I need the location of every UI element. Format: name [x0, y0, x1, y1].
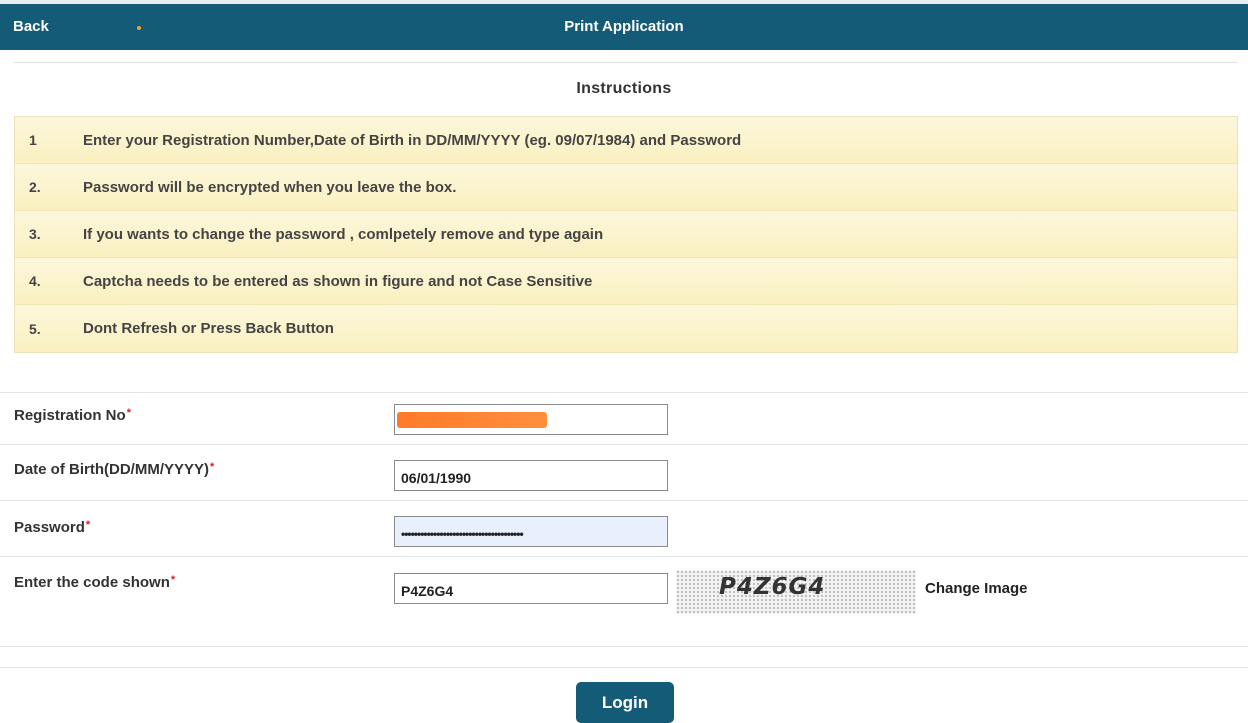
- required-mark: *: [210, 461, 215, 473]
- registration-label: Registration No*: [14, 407, 131, 424]
- password-label: Password*: [14, 519, 90, 536]
- instruction-item: 1 Enter your Registration Number,Date of…: [15, 117, 1237, 164]
- captcha-input[interactable]: [394, 573, 668, 604]
- form-divider: [0, 392, 1248, 393]
- form-divider: [0, 556, 1248, 557]
- instruction-item: 2. Password will be encrypted when you l…: [15, 164, 1237, 211]
- instruction-item: 3. If you wants to change the password ,…: [15, 211, 1237, 258]
- form-divider: [0, 444, 1248, 445]
- instruction-number: 4.: [29, 273, 41, 289]
- required-mark: *: [126, 407, 131, 419]
- redaction-mark: [397, 412, 547, 428]
- dob-input[interactable]: [394, 460, 668, 491]
- top-divider: [14, 62, 1238, 63]
- login-button[interactable]: Login: [576, 682, 674, 723]
- instruction-item: 4. Captcha needs to be entered as shown …: [15, 258, 1237, 305]
- header-bar: Back Print Application: [0, 0, 1248, 50]
- form-divider: [0, 500, 1248, 501]
- instruction-item: 5. Dont Refresh or Press Back Button: [15, 305, 1237, 352]
- captcha-image-text: P4Z6G4: [719, 574, 826, 600]
- instructions-list: 1 Enter your Registration Number,Date of…: [14, 116, 1238, 353]
- password-input[interactable]: [394, 516, 668, 547]
- form-divider: [0, 646, 1248, 647]
- instruction-number: 3.: [29, 226, 41, 242]
- instruction-number: 2.: [29, 179, 41, 195]
- instruction-text: Dont Refresh or Press Back Button: [83, 320, 334, 337]
- registration-label-text: Registration No: [14, 407, 126, 424]
- captcha-image: P4Z6G4: [676, 570, 916, 614]
- instruction-text: If you wants to change the password , co…: [83, 225, 604, 243]
- change-image-link[interactable]: Change Image: [925, 580, 1028, 597]
- password-label-text: Password: [14, 519, 85, 536]
- instruction-text: Password will be encrypted when you leav…: [83, 178, 457, 196]
- required-mark: *: [85, 519, 91, 531]
- instruction-number: 5.: [29, 320, 41, 337]
- dob-label-text: Date of Birth(DD/MM/YYYY): [14, 461, 209, 478]
- captcha-label: Enter the code shown*: [14, 574, 175, 591]
- page-title: Print Application: [564, 18, 684, 35]
- captcha-label-text: Enter the code shown: [14, 574, 170, 591]
- required-mark: *: [170, 574, 176, 586]
- instruction-text: Enter your Registration Number,Date of B…: [83, 131, 742, 149]
- form-divider: [0, 667, 1248, 668]
- instruction-text: Captcha needs to be entered as shown in …: [83, 272, 593, 290]
- instructions-heading: Instructions: [576, 80, 672, 97]
- dob-label: Date of Birth(DD/MM/YYYY)*: [14, 461, 214, 478]
- instruction-number: 1: [29, 132, 37, 148]
